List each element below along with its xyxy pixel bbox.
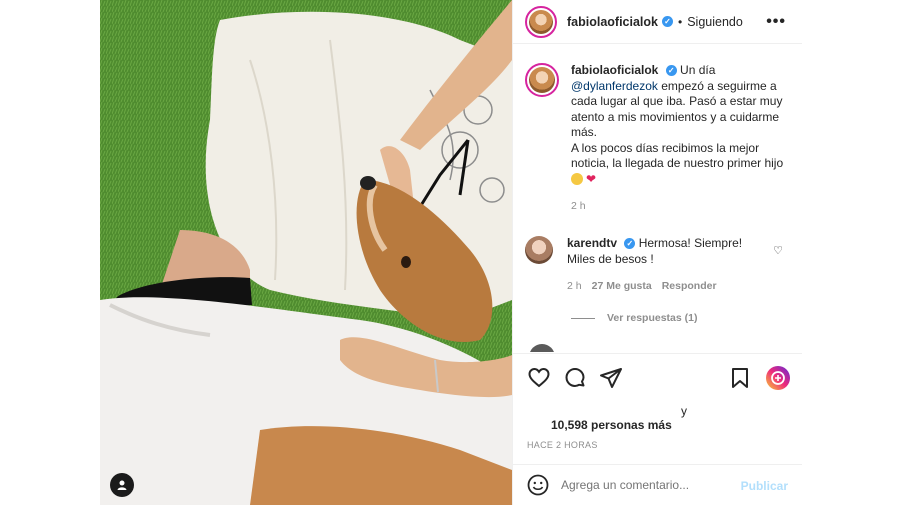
comment-body: karendtv ✓ Hermosa! Siempre! Miles de be… [567, 236, 767, 295]
comment-input[interactable] [561, 478, 741, 492]
baby-emoji-icon [571, 173, 583, 186]
instagram-post-view: fabiolaoficialok ✓ • Siguiendo ••• fabio… [0, 0, 900, 505]
red-heart-emoji-icon: ❤ [586, 171, 597, 186]
caption-mention-link[interactable]: @dylanferdezok [571, 79, 658, 93]
share-paper-plane-icon[interactable] [599, 366, 623, 390]
caption-avatar[interactable] [525, 63, 559, 97]
commenter-verified-badge-icon: ✓ [624, 238, 636, 250]
caption-text-1: Un día [680, 63, 716, 77]
publish-button[interactable]: Publicar [741, 479, 788, 493]
comment-time: 2 h [567, 280, 582, 292]
comment-item: karendtv ✓ Hermosa! Siempre! Miles de be… [525, 236, 795, 295]
save-bookmark-icon[interactable] [728, 366, 752, 390]
post-header: fabiolaoficialok ✓ • Siguiendo ••• [513, 0, 802, 44]
post-photo[interactable] [100, 0, 512, 505]
view-replies-button[interactable]: Ver respuestas (1) [571, 312, 697, 324]
next-commenter-avatar[interactable] [529, 344, 555, 352]
post-timestamp[interactable]: HACE 2 HORAS [527, 440, 598, 450]
caption-text-3: A los pocos días recibimos la mejor noti… [571, 140, 784, 171]
likes-connector: y [681, 404, 687, 418]
add-comment-bar: Publicar [513, 464, 802, 505]
comment-bubble-icon[interactable] [563, 366, 587, 390]
view-replies-label: Ver respuestas (1) [607, 312, 698, 324]
commenter-avatar[interactable] [525, 236, 553, 264]
comment-text-1: Hermosa! Siempre! [638, 236, 743, 250]
tagged-users-button[interactable] [110, 473, 134, 497]
commenter-username[interactable]: karendtv [567, 236, 617, 250]
verified-badge-icon: ✓ [662, 16, 673, 27]
caption-body: fabiolaoficialok ✓ Un día @dylanferdezok… [571, 63, 789, 215]
more-horizontal-icon[interactable]: ••• [766, 13, 786, 31]
author-avatar[interactable] [525, 5, 557, 38]
following-button[interactable]: Siguiendo [687, 15, 743, 29]
caption-username[interactable]: fabiolaoficialok [571, 63, 658, 77]
likes-count-link[interactable]: 10,598 personas más [551, 418, 672, 432]
action-icon-row [527, 366, 623, 390]
post-image [100, 0, 512, 505]
next-comment-partial [525, 344, 795, 352]
emoji-smile-icon[interactable] [527, 474, 549, 496]
story-ring-icon[interactable] [766, 366, 790, 390]
user-icon [117, 480, 127, 490]
caption-time: 2 h [571, 200, 586, 213]
comment-text-2: Miles de besos ! [567, 251, 654, 266]
post-actions: y 10,598 personas más HACE 2 HORAS [513, 353, 802, 463]
reply-button[interactable]: Responder [662, 279, 717, 295]
caption-verified-badge-icon: ✓ [665, 65, 677, 77]
post-side-panel: fabiolaoficialok ✓ • Siguiendo ••• fabio… [512, 0, 802, 505]
replies-divider-line [571, 317, 595, 319]
header-separator: • [678, 14, 683, 29]
author-username[interactable]: fabiolaoficialok [567, 15, 658, 29]
like-heart-icon[interactable] [527, 366, 551, 390]
like-comment-heart-icon[interactable]: ♡ [773, 244, 783, 257]
comment-likes-count[interactable]: 27 Me gusta [592, 279, 652, 295]
comment-meta: 2 h 27 Me gusta Responder [567, 279, 767, 295]
post-caption: fabiolaoficialok ✓ Un día @dylanferdezok… [525, 63, 795, 215]
comments-section[interactable]: fabiolaoficialok ✓ Un día @dylanferdezok… [513, 45, 802, 352]
